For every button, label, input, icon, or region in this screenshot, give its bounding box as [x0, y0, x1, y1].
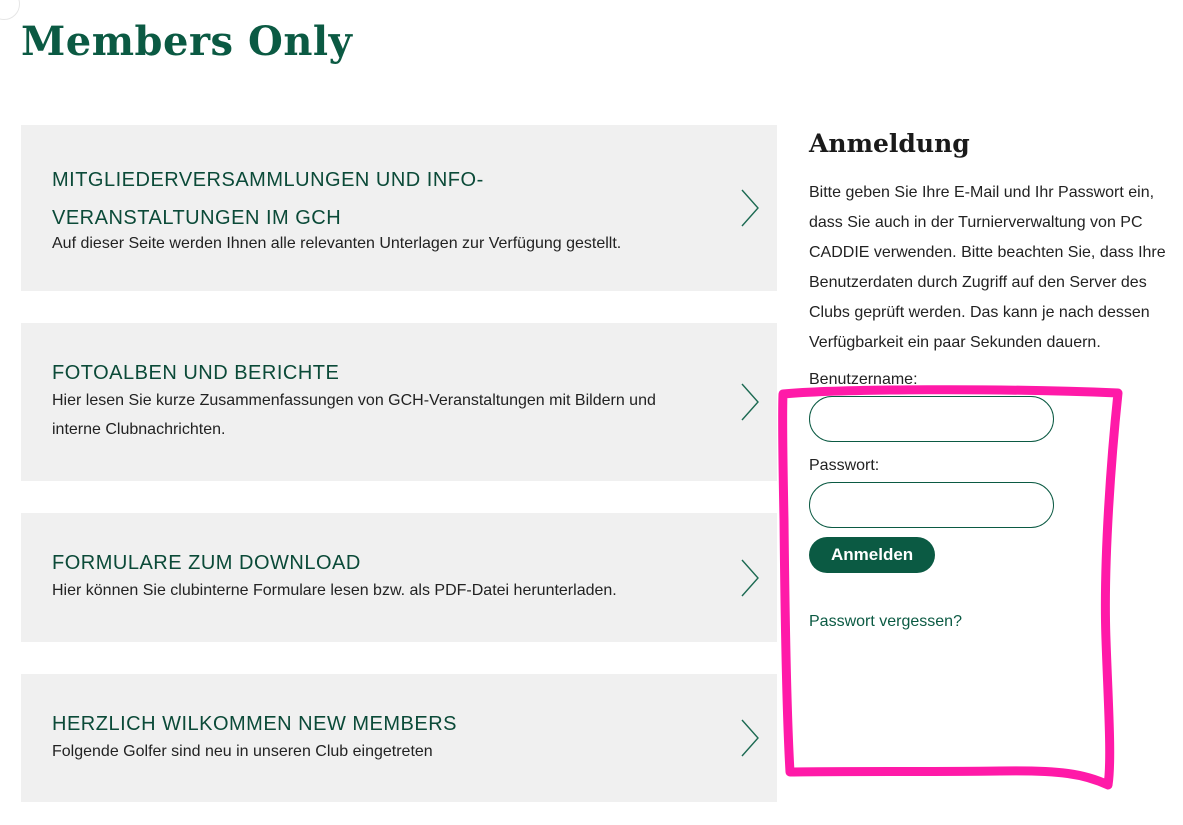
- page-title: Members Only: [21, 18, 353, 65]
- password-input[interactable]: [809, 482, 1054, 528]
- forgot-password-link[interactable]: Passwort vergessen?: [809, 613, 962, 630]
- chevron-right-icon[interactable]: [739, 718, 761, 758]
- login-form: Benutzername: Passwort: Anmelden Passwor…: [809, 370, 1171, 631]
- card-description: Hier können Sie clubinterne Formulare le…: [52, 582, 617, 599]
- card-description: Folgende Golfer sind neu in unseren Club…: [52, 743, 433, 760]
- login-panel: Anmeldung Bitte geben Sie Ihre E-Mail un…: [809, 124, 1171, 631]
- password-label: Passwort:: [809, 457, 880, 474]
- username-input[interactable]: [809, 396, 1054, 442]
- chevron-right-icon[interactable]: [739, 382, 761, 422]
- card-title[interactable]: MITGLIEDERVERSAMMLUNGEN UND INFO-VERANST…: [52, 161, 572, 237]
- card-mitgliederversammlungen[interactable]: MITGLIEDERVERSAMMLUNGEN UND INFO-VERANST…: [21, 125, 777, 291]
- card-description: Auf dieser Seite werden Ihnen alle relev…: [52, 235, 622, 252]
- card-description: Hier lesen Sie kurze Zusammenfassungen v…: [52, 392, 656, 438]
- card-formulare[interactable]: FORMULARE ZUM DOWNLOAD Hier können Sie c…: [21, 513, 777, 642]
- card-new-members[interactable]: HERZLICH WILKOMMEN NEW MEMBERS Folgende …: [21, 674, 777, 802]
- chevron-right-icon[interactable]: [739, 558, 761, 598]
- chevron-right-icon[interactable]: [739, 188, 761, 228]
- corner-decoration: [0, 0, 20, 20]
- login-title: Anmeldung: [809, 129, 970, 158]
- login-intro-text: Bitte geben Sie Ihre E-Mail und Ihr Pass…: [809, 184, 1166, 351]
- card-fotoalben[interactable]: FOTOALBEN UND BERICHTE Hier lesen Sie ku…: [21, 323, 777, 481]
- username-label: Benutzername:: [809, 371, 918, 388]
- login-button[interactable]: Anmelden: [809, 537, 936, 573]
